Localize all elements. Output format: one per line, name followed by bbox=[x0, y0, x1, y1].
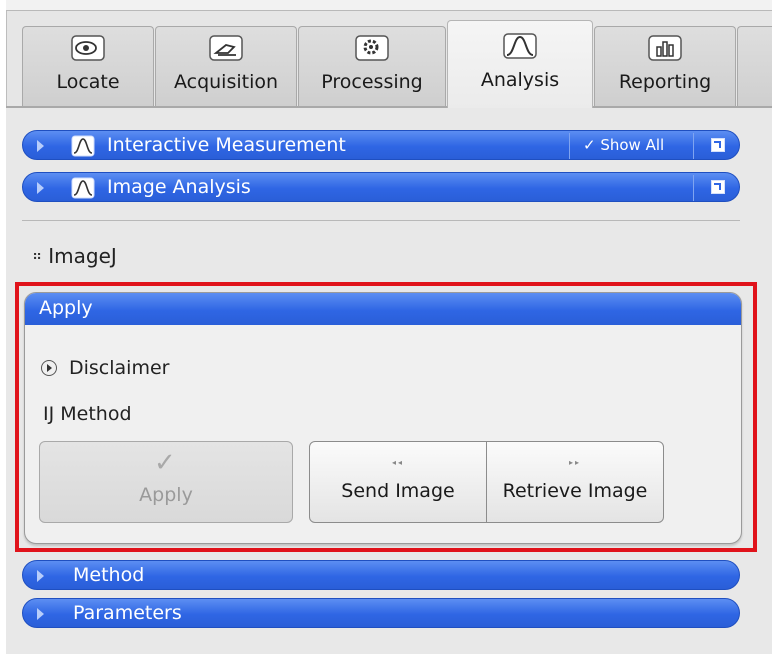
section-title: ⠶ ImageJ bbox=[32, 244, 117, 268]
pill-separator bbox=[693, 133, 694, 159]
tool-label: Interactive Measurement bbox=[107, 134, 346, 156]
expand-triangle-icon[interactable] bbox=[37, 140, 44, 152]
section-title-text: ImageJ bbox=[48, 244, 117, 268]
eye-icon bbox=[71, 35, 105, 61]
expand-triangle-icon[interactable] bbox=[37, 608, 44, 620]
disclaimer-label: Disclaimer bbox=[69, 357, 170, 379]
tab-overflow bbox=[737, 26, 772, 106]
send-arrows-icon: ◂◂ bbox=[391, 458, 405, 467]
section-parameters[interactable]: Parameters bbox=[22, 598, 740, 628]
pill-separator bbox=[569, 133, 570, 159]
peak-curve-icon bbox=[71, 135, 95, 157]
send-image-label: Send Image bbox=[341, 480, 455, 502]
ij-method-label: IJ Method bbox=[43, 403, 132, 425]
tab-locate[interactable]: Locate bbox=[22, 26, 154, 106]
checkmark-icon: ✓ bbox=[154, 448, 176, 478]
tab-analysis[interactable]: Analysis bbox=[447, 20, 593, 108]
disclaimer-expander[interactable]: Disclaimer bbox=[41, 357, 169, 379]
apply-panel-title: Apply bbox=[39, 297, 93, 319]
apply-panel-header[interactable]: Apply bbox=[25, 293, 741, 325]
apply-button-label: Apply bbox=[139, 484, 193, 506]
section-divider bbox=[22, 220, 740, 221]
drag-grip-icon[interactable]: ⠶ bbox=[32, 248, 42, 264]
peak-curve-icon bbox=[71, 177, 95, 199]
expand-triangle-icon[interactable] bbox=[37, 570, 44, 582]
pill-separator bbox=[693, 175, 694, 201]
retrieve-image-button[interactable]: ▸▸ Retrieve Image bbox=[486, 441, 664, 523]
tab-reporting[interactable]: Reporting bbox=[594, 26, 736, 106]
show-all-label: Show All bbox=[600, 136, 665, 154]
section-method[interactable]: Method bbox=[22, 560, 740, 590]
tool-label: Image Analysis bbox=[107, 176, 251, 198]
gear-icon bbox=[355, 35, 389, 61]
apply-panel: Apply Disclaimer IJ Method ✓ Apply ◂◂ Se… bbox=[24, 292, 742, 544]
bar-chart-icon bbox=[648, 35, 682, 61]
section-parameters-label: Parameters bbox=[73, 602, 182, 624]
show-all-toggle[interactable]: ✓ Show All bbox=[583, 136, 664, 154]
tab-label: Locate bbox=[56, 71, 120, 93]
microscope-hand-icon bbox=[209, 35, 243, 61]
tab-label: Processing bbox=[321, 71, 423, 93]
tab-acquisition[interactable]: Acquisition bbox=[155, 26, 297, 106]
tab-label: Reporting bbox=[618, 71, 712, 93]
apply-button[interactable]: ✓ Apply bbox=[39, 441, 293, 523]
window-top-strip bbox=[6, 0, 772, 11]
send-image-button[interactable]: ◂◂ Send Image bbox=[309, 441, 487, 523]
tab-label: Analysis bbox=[480, 69, 560, 91]
tab-label: Acquisition bbox=[173, 71, 279, 93]
expand-triangle-icon[interactable] bbox=[37, 182, 44, 194]
tab-processing[interactable]: Processing bbox=[298, 26, 446, 106]
popout-icon[interactable] bbox=[711, 138, 725, 152]
section-method-label: Method bbox=[73, 564, 145, 586]
peak-curve-icon bbox=[503, 33, 537, 59]
expand-circle-icon[interactable] bbox=[41, 360, 57, 376]
popout-icon[interactable] bbox=[711, 180, 725, 194]
retrieve-image-label: Retrieve Image bbox=[502, 480, 648, 502]
retrieve-arrows-icon: ▸▸ bbox=[568, 458, 582, 467]
tool-image-analysis[interactable]: Image Analysis bbox=[22, 172, 740, 202]
tool-interactive-measurement[interactable]: Interactive Measurement ✓ Show All bbox=[22, 130, 740, 160]
